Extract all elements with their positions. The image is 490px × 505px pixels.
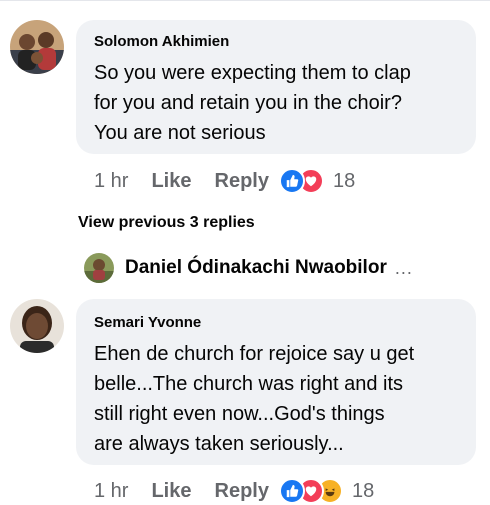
reaction-count[interactable]: 18 bbox=[352, 480, 374, 503]
comment-actions: 1 hr Like Reply 18 bbox=[94, 167, 355, 195]
comment-actions: 1 hr Like Reply 18 bbox=[94, 477, 374, 505]
top-divider bbox=[0, 0, 490, 1]
reaction-count[interactable]: 18 bbox=[333, 170, 355, 193]
reactions-summary[interactable] bbox=[278, 168, 324, 194]
avatar-photo bbox=[10, 299, 64, 353]
timestamp[interactable]: 1 hr bbox=[94, 480, 128, 503]
like-reaction-icon bbox=[278, 478, 305, 504]
like-button[interactable]: Like bbox=[151, 170, 191, 193]
reply-author[interactable]: Daniel Ódinakachi Nwaobilor bbox=[125, 257, 387, 279]
like-reaction-icon bbox=[278, 168, 305, 194]
comment-bubble: Semari Yvonne Ehen de church for rejoice… bbox=[76, 299, 476, 465]
avatar-photo bbox=[84, 253, 114, 283]
timestamp[interactable]: 1 hr bbox=[94, 170, 128, 193]
avatar-photo bbox=[10, 20, 64, 74]
latest-reply-row[interactable]: Daniel Ódinakachi Nwaobilor ... bbox=[84, 252, 413, 284]
avatar[interactable] bbox=[10, 20, 64, 74]
comment-text-line: still right even now...God's things bbox=[94, 403, 385, 425]
comment-text-line: Ehen de church for rejoice say u get bbox=[94, 343, 415, 365]
avatar[interactable] bbox=[84, 253, 114, 283]
avatar[interactable] bbox=[10, 299, 64, 353]
comment-bubble: Solomon Akhimien So you were expecting t… bbox=[76, 20, 476, 154]
comment-text-line: So you were expecting them to clap bbox=[94, 62, 411, 84]
comment-text: So you were expecting them to clap for y… bbox=[94, 58, 476, 148]
comment-author[interactable]: Semari Yvonne bbox=[94, 313, 476, 333]
comment-text-line: are always taken seriously... bbox=[94, 433, 344, 455]
comment-text-line: belle...The church was right and its bbox=[94, 373, 404, 395]
comment-text: Ehen de church for rejoice say u get bel… bbox=[94, 339, 476, 459]
view-previous-replies-link[interactable]: View previous 3 replies bbox=[78, 213, 255, 233]
reply-button[interactable]: Reply bbox=[215, 170, 269, 193]
reactions-summary[interactable] bbox=[278, 478, 343, 504]
comment-text-line: for you and retain you in the choir? bbox=[94, 92, 402, 114]
comment-text-line: You are not serious bbox=[94, 122, 266, 144]
more-options-icon[interactable]: ... bbox=[395, 258, 413, 279]
reply-button[interactable]: Reply bbox=[215, 480, 269, 503]
comment-author[interactable]: Solomon Akhimien bbox=[94, 32, 476, 52]
like-button[interactable]: Like bbox=[151, 480, 191, 503]
